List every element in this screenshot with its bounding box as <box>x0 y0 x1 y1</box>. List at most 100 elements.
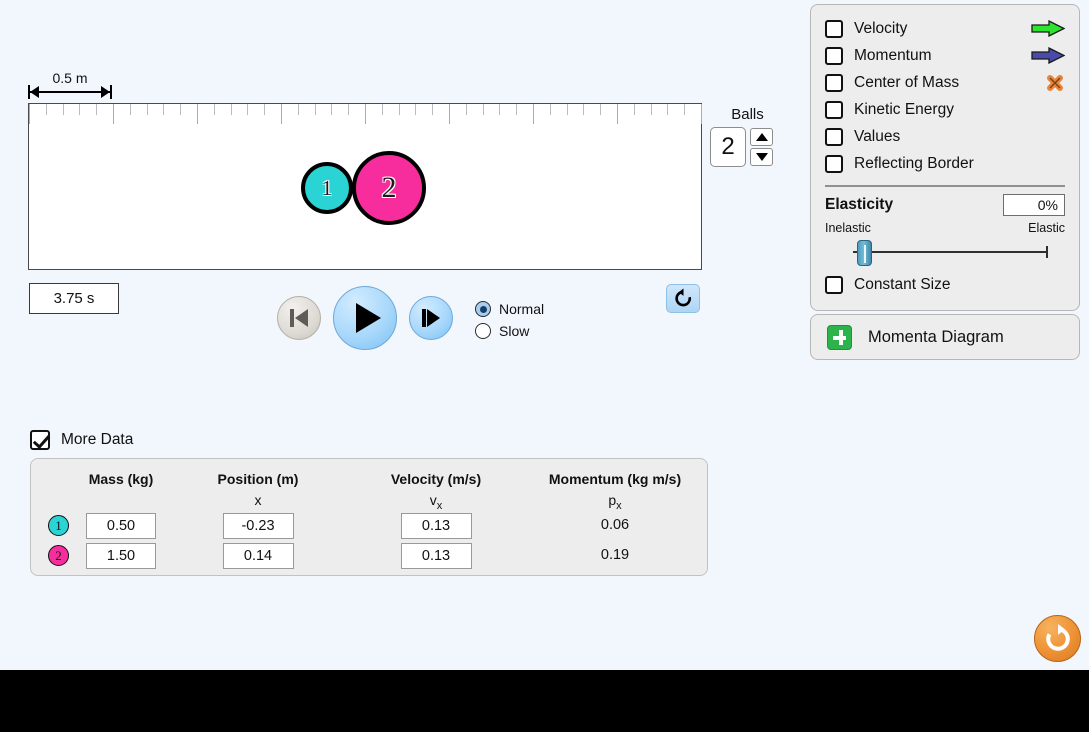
reset-icon <box>1045 623 1070 651</box>
table-header-3: Momentum (kg m/s) <box>548 471 682 487</box>
ruler-minor-tick <box>62 104 64 115</box>
checkbox-label-center-of-mass: Center of Mass <box>854 73 960 91</box>
scale-label: 0.5 m <box>52 70 88 86</box>
checkbox-label-reflecting-border: Reflecting Border <box>854 154 974 172</box>
checkbox-label-constant-size: Constant Size <box>854 275 951 293</box>
ruler-minor-tick <box>331 104 333 115</box>
checkbox-box-icon <box>825 46 843 65</box>
radio-slow-icon <box>475 323 491 339</box>
checkbox-momentum[interactable]: Momentum <box>825 42 1065 69</box>
ruler-minor-tick <box>129 104 131 115</box>
slider-end-tick <box>1046 246 1048 258</box>
scale-arrow-right-icon <box>101 86 110 98</box>
checkbox-center-of-mass[interactable]: Center of Mass <box>825 69 1065 96</box>
ruler-minor-tick <box>667 104 669 115</box>
reset-all-button[interactable] <box>1034 615 1081 662</box>
ruler-minor-tick <box>415 104 417 115</box>
play-area[interactable]: 12 <box>28 103 702 270</box>
ruler-minor-tick <box>180 104 182 115</box>
elapsed-time-readout: 3.75 s <box>29 283 119 314</box>
ball-2[interactable]: 2 <box>352 151 426 225</box>
ruler-minor-tick <box>516 104 518 115</box>
triangle-up-icon <box>755 133 768 141</box>
balls-decrement-button[interactable] <box>750 148 773 166</box>
table-cell-velocity-row1[interactable]: 0.13 <box>400 513 472 539</box>
play-button[interactable] <box>333 286 397 350</box>
radio-normal-icon <box>475 301 491 317</box>
speed-label-slow: Slow <box>499 323 530 339</box>
step-forward-icon <box>422 309 440 327</box>
restart-button[interactable] <box>666 284 700 313</box>
speed-option-slow[interactable]: Slow <box>475 320 544 342</box>
slider-thumb[interactable] <box>857 240 872 266</box>
checkbox-constant-size[interactable]: Constant Size <box>825 271 1065 298</box>
checkbox-box-icon <box>825 19 843 38</box>
ruler-major-tick <box>29 104 30 124</box>
ruler-major-tick <box>701 104 702 124</box>
scale-cap-right <box>110 85 112 99</box>
checkbox-velocity[interactable]: Velocity <box>825 15 1065 42</box>
table-cell-position-row2[interactable]: 0.14 <box>222 543 294 569</box>
table-cell-position-row1[interactable]: -0.23 <box>222 513 294 539</box>
slider-min-label: Inelastic <box>825 221 871 235</box>
step-backward-icon <box>290 309 308 327</box>
step-backward-button[interactable] <box>277 296 321 340</box>
ruler-minor-tick <box>297 104 299 115</box>
simulation-screen: 0.5 m 12 Balls 2 3.75 s Normal Slow Velo… <box>0 0 1089 732</box>
ruler-minor-tick <box>247 104 249 115</box>
ruler-minor-tick <box>600 104 602 115</box>
ruler-minor-tick <box>482 104 484 115</box>
ruler-minor-tick <box>264 104 266 115</box>
speed-option-normal[interactable]: Normal <box>475 298 544 320</box>
control-panel: Velocity Momentum Center of Mass Kinetic En… <box>810 4 1080 311</box>
plus-icon[interactable] <box>827 324 852 350</box>
ruler-major-tick <box>449 104 450 124</box>
checkbox-box-icon <box>825 100 843 119</box>
checkbox-box-icon <box>825 73 843 92</box>
ruler-minor-tick <box>650 104 652 115</box>
ruler-minor-tick <box>398 104 400 115</box>
ruler-minor-tick <box>314 104 316 115</box>
table-row-badge-2: 2 <box>48 545 69 566</box>
momenta-diagram-title: Momenta Diagram <box>868 327 1004 346</box>
balls-increment-button[interactable] <box>750 128 773 146</box>
ball-label-2: 2 <box>381 171 397 204</box>
ruler-major-tick <box>197 104 198 124</box>
checkbox-label-more-data: More Data <box>61 431 134 448</box>
table-cell-mass-row2[interactable]: 1.50 <box>86 543 156 569</box>
ball-label-1: 1 <box>321 175 333 200</box>
elasticity-value: 0% <box>1003 194 1065 216</box>
checkbox-values[interactable]: Values <box>825 123 1065 150</box>
ruler-minor-tick <box>633 104 635 115</box>
navigation-bar: IntroExplore 1DExplore 2DInelastic <box>0 670 1089 732</box>
balls-number-control: Balls 2 <box>710 106 785 167</box>
momenta-diagram-accordion[interactable]: Momenta Diagram <box>810 314 1080 360</box>
step-forward-button[interactable] <box>409 296 453 340</box>
panel-divider <box>825 185 1065 187</box>
visibility-checkbox-list: Velocity Momentum Center of Mass Kinetic En… <box>825 15 1065 177</box>
ruler-minor-tick <box>549 104 551 115</box>
checkbox-label-momentum: Momentum <box>854 46 932 64</box>
checkbox-box-icon <box>825 154 843 173</box>
ball-1[interactable]: 1 <box>301 162 353 214</box>
ruler-major-tick <box>113 104 114 124</box>
ruler-minor-tick <box>146 104 148 115</box>
checkbox-checked-icon <box>30 430 50 450</box>
table-cell-mass-row1[interactable]: 0.50 <box>86 513 156 539</box>
checkbox-more-data[interactable]: More Data <box>30 430 133 450</box>
checkbox-kinetic-energy[interactable]: Kinetic Energy <box>825 96 1065 123</box>
ruler-major-tick <box>533 104 534 124</box>
table-cell-velocity-row2[interactable]: 0.13 <box>400 543 472 569</box>
ruler-minor-tick <box>348 104 350 115</box>
slider-max-label: Elastic <box>1028 221 1065 235</box>
checkbox-reflecting-border[interactable]: Reflecting Border <box>825 150 1065 177</box>
slider-track <box>853 251 1047 253</box>
ruler-ticks <box>29 104 702 126</box>
elasticity-label: Elasticity <box>825 196 894 213</box>
ruler-minor-tick <box>213 104 215 115</box>
ruler-minor-tick <box>79 104 81 115</box>
table-cell-momentum-row1: 0.06 <box>600 517 630 533</box>
ruler-minor-tick <box>583 104 585 115</box>
checkbox-label-velocity: Velocity <box>854 19 908 37</box>
elasticity-slider[interactable] <box>825 239 1065 267</box>
